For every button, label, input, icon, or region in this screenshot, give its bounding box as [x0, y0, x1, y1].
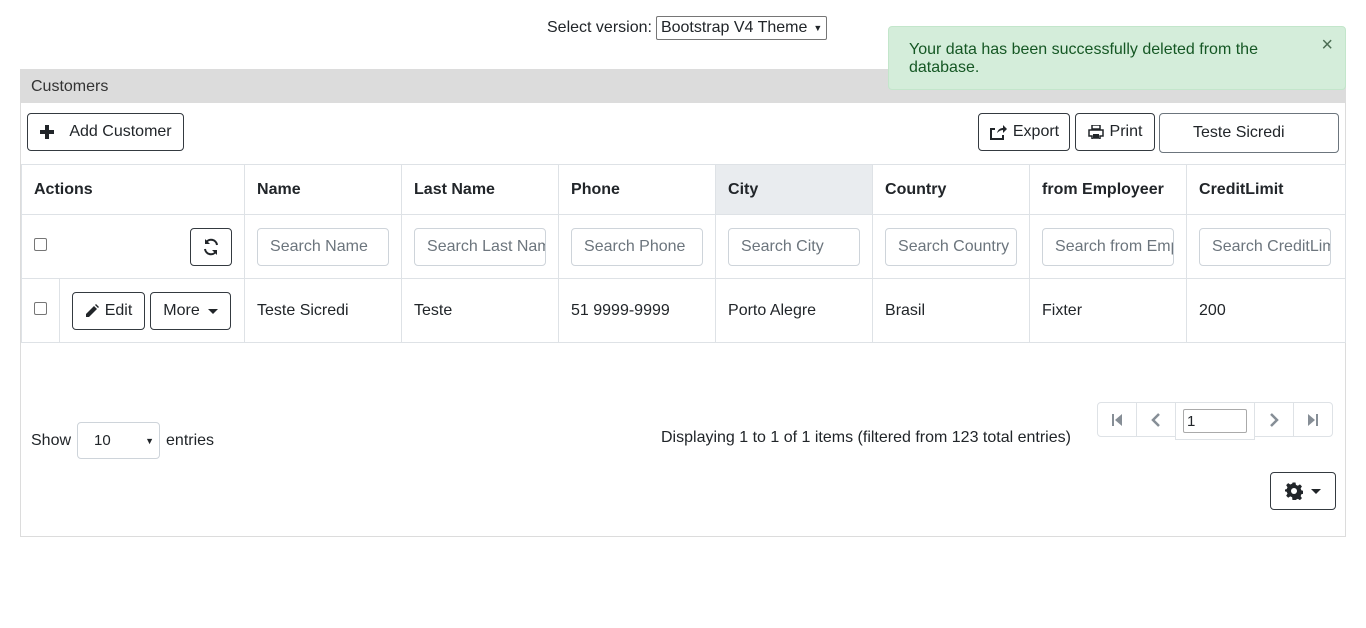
success-alert: Your data has been successfully deleted …	[888, 26, 1346, 90]
filter-row: Search Name Search Last Name Search Phon…	[20, 214, 1347, 279]
gear-icon	[1285, 482, 1303, 500]
cell-city: Porto Alegre	[715, 278, 874, 343]
page-input-wrapper: 1	[1175, 402, 1255, 440]
cell-phone: 51 9999-9999	[558, 278, 717, 343]
close-icon[interactable]: ×	[1321, 35, 1333, 55]
column-header-phone[interactable]: Phone	[558, 164, 717, 215]
add-customer-label: Add Customer	[69, 123, 172, 140]
customers-table: Actions Name Last Name Phone City Countr…	[20, 164, 1347, 343]
column-header-from-employeer[interactable]: from Employeer	[1029, 164, 1188, 215]
version-selected-value: Bootstrap V4 Theme	[660, 19, 808, 36]
more-dropdown-button[interactable]: More	[150, 292, 231, 330]
print-button[interactable]: Print	[1075, 113, 1155, 151]
chevron-down-icon: ▼	[813, 23, 823, 33]
table-row: Edit More Teste Sicredi Teste 51 9999-99…	[21, 278, 1347, 343]
customers-panel: Customers Add Customer Export Print Test…	[20, 69, 1347, 537]
column-header-actions: Actions	[20, 164, 246, 215]
export-button[interactable]: Export	[978, 113, 1070, 151]
refresh-button[interactable]	[190, 228, 233, 266]
column-header-country[interactable]: Country	[872, 164, 1031, 215]
select-all-checkbox[interactable]	[34, 237, 47, 251]
chevron-right-icon	[1270, 412, 1279, 427]
version-label: Select version:	[547, 19, 652, 36]
caret-down-icon	[1311, 488, 1321, 494]
version-select[interactable]: Bootstrap V4 Theme ▼	[655, 16, 828, 40]
previous-page-button[interactable]	[1136, 402, 1176, 437]
cell-last-name: Teste	[401, 278, 560, 343]
export-label: Export	[1012, 123, 1060, 140]
toolbar: Add Customer Export Print Teste Sicredi	[21, 103, 1345, 164]
caret-down-icon	[207, 308, 218, 314]
display-info: Displaying 1 to 1 of 1 items (filtered f…	[661, 429, 1071, 446]
search-city-input[interactable]: Search City	[728, 227, 861, 266]
add-customer-button[interactable]: Add Customer	[27, 113, 184, 151]
cell-name: Teste Sicredi	[244, 278, 403, 343]
cell-credit-limit: 200	[1186, 278, 1347, 343]
first-page-icon	[1112, 413, 1122, 426]
print-icon	[1087, 125, 1104, 139]
filter-actions-cell	[20, 214, 246, 279]
settings-dropdown-button[interactable]	[1270, 472, 1336, 510]
column-header-credit-limit[interactable]: CreditLimit	[1186, 164, 1347, 215]
show-label: Show	[31, 431, 72, 449]
column-header-last-name[interactable]: Last Name	[401, 164, 560, 215]
row-actions-cell: Edit More	[58, 278, 246, 343]
row-checkbox-cell	[21, 278, 60, 343]
edit-button[interactable]: Edit	[72, 292, 145, 330]
last-page-icon	[1308, 413, 1318, 426]
export-icon	[989, 125, 1007, 140]
cell-from-employeer: Fixter	[1029, 278, 1188, 343]
version-selector: Select version: Bootstrap V4 Theme ▼	[547, 16, 828, 40]
quick-search-input[interactable]: Teste Sicredi	[1159, 113, 1339, 153]
search-name-input[interactable]: Search Name	[257, 227, 390, 266]
search-phone-input[interactable]: Search Phone	[571, 227, 704, 266]
chevron-left-icon	[1151, 412, 1160, 427]
column-header-name[interactable]: Name	[244, 164, 403, 215]
more-label: More	[163, 302, 200, 319]
page-size-value: 10	[94, 432, 111, 449]
search-last-name-input[interactable]: Search Last Name	[414, 227, 547, 266]
next-page-button[interactable]	[1254, 402, 1294, 437]
search-country-input[interactable]: Search Country	[885, 227, 1018, 266]
last-page-button[interactable]	[1293, 402, 1333, 437]
column-header-city[interactable]: City	[715, 164, 874, 215]
row-checkbox[interactable]	[34, 301, 47, 315]
print-label: Print	[1109, 123, 1143, 140]
search-credit-limit-input[interactable]: Search CreditLimit	[1199, 227, 1332, 266]
entries-label: entries	[166, 431, 215, 449]
refresh-icon	[204, 238, 219, 256]
pencil-icon	[85, 304, 99, 317]
header-row: Actions Name Last Name Phone City Countr…	[20, 164, 1347, 215]
first-page-button[interactable]	[1097, 402, 1137, 437]
cell-country: Brasil	[872, 278, 1031, 343]
page-size-select[interactable]: 10 ▼	[77, 422, 161, 459]
chevron-down-icon: ▼	[145, 435, 155, 446]
edit-label: Edit	[104, 302, 133, 319]
pagination: 1	[1097, 402, 1333, 440]
alert-message: Your data has been successfully deleted …	[909, 41, 1258, 76]
plus-icon	[40, 125, 55, 139]
page-number-input[interactable]: 1	[1183, 409, 1247, 433]
search-from-employeer-input[interactable]: Search from Employeer	[1042, 227, 1175, 266]
page-size-control: Show 10 ▼ entries	[31, 422, 214, 459]
